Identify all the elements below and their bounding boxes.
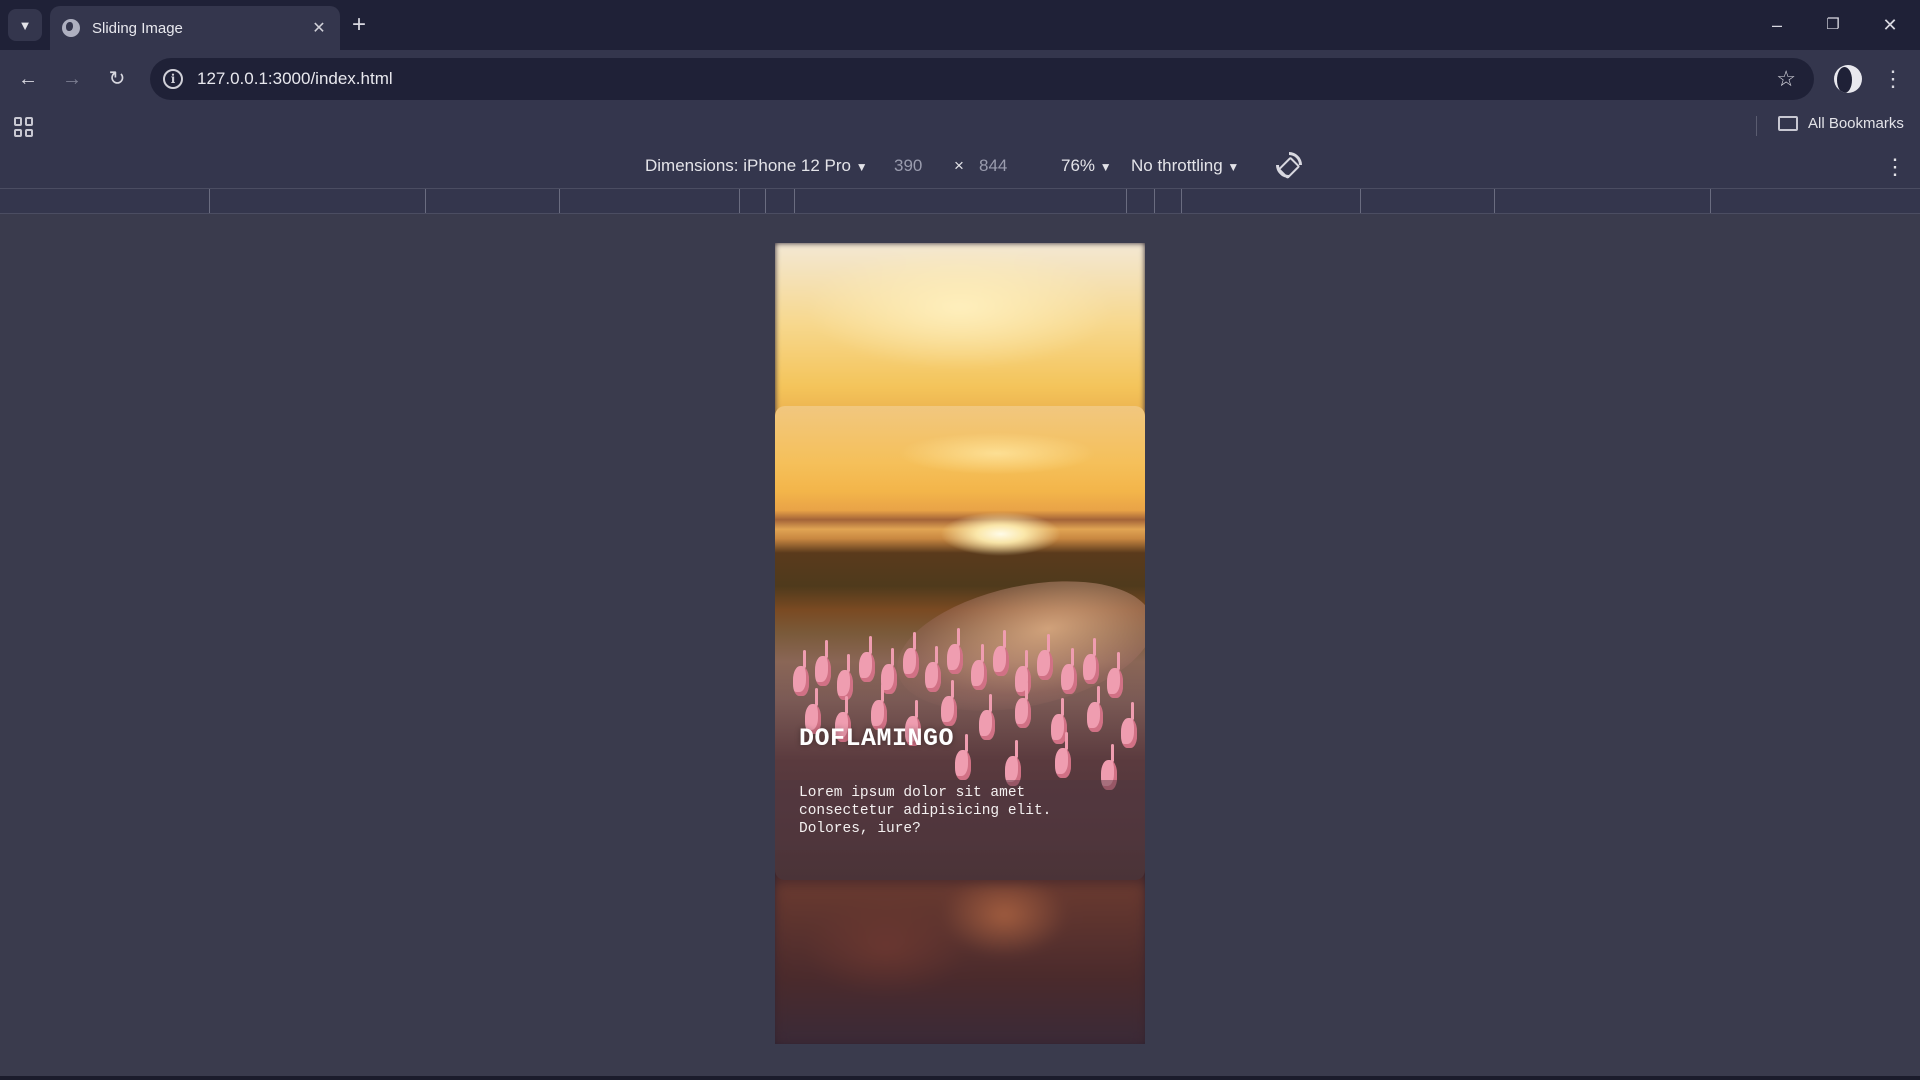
- flamingo-shape: [1061, 648, 1077, 694]
- close-tab-icon[interactable]: ✕: [310, 18, 328, 38]
- zoom-label: 76%: [1061, 156, 1096, 175]
- flamingo-shape: [1037, 634, 1053, 680]
- close-window-button[interactable]: ✕: [1878, 12, 1902, 38]
- viewport-width-input[interactable]: 390: [894, 156, 922, 176]
- device-dimensions-dropdown[interactable]: Dimensions: iPhone 12 Pro ▼: [645, 156, 868, 176]
- apps-icon-square: [25, 117, 33, 126]
- flamingo-shape: [815, 640, 831, 686]
- device-viewport: DOFLAMINGO Lorem ipsum dolor sit amet co…: [775, 243, 1145, 1044]
- new-tab-button[interactable]: +: [352, 12, 366, 38]
- back-icon: ←: [18, 68, 38, 90]
- flamingo-shape: [1015, 682, 1031, 728]
- tab-search-button[interactable]: ▼: [8, 9, 42, 41]
- bookmarks-divider: [1756, 116, 1757, 136]
- ruler-tick: [739, 189, 740, 213]
- device-dimensions-label: Dimensions: iPhone 12 Pro: [645, 156, 852, 175]
- back-button[interactable]: ←: [14, 65, 42, 93]
- flamingo-shape: [859, 636, 875, 682]
- globe-icon: [62, 19, 80, 37]
- flamingo-shape: [947, 628, 963, 674]
- throttling-label: No throttling: [1131, 156, 1223, 175]
- ruler-tick: [559, 189, 560, 213]
- address-bar[interactable]: i 127.0.0.1:3000/index.html ☆: [150, 58, 1814, 100]
- folder-icon: [1778, 116, 1798, 131]
- flamingo-shape: [971, 644, 987, 690]
- dropdown-arrow-icon: ▼: [1099, 160, 1112, 174]
- browser-toolbar: ← → ↻ i 127.0.0.1:3000/index.html ☆ ⋮: [0, 50, 1920, 108]
- flamingo-shape: [925, 646, 941, 692]
- flamingo-shape: [1121, 702, 1137, 748]
- window-bottom-edge: [0, 1076, 1920, 1080]
- url-text[interactable]: 127.0.0.1:3000/index.html: [197, 69, 1776, 89]
- all-bookmarks-label: All Bookmarks: [1808, 115, 1904, 132]
- ruler-tick: [1360, 189, 1361, 213]
- flamingo-shape: [1083, 638, 1099, 684]
- dimension-times: ×: [954, 156, 964, 175]
- ruler-tick: [209, 189, 210, 213]
- dropdown-arrow-icon: ▼: [1227, 160, 1240, 174]
- card-title: DOFLAMINGO: [799, 724, 955, 753]
- ruler-tick: [1154, 189, 1155, 213]
- restore-button[interactable]: ❐: [1821, 12, 1845, 38]
- flamingo-shape: [941, 680, 957, 726]
- flamingo-shape: [903, 632, 919, 678]
- flamingo-shape: [1055, 732, 1071, 778]
- site-info-icon[interactable]: i: [163, 69, 183, 89]
- tab-strip: ▼ Sliding Image ✕ + – ❐ ✕: [0, 0, 1920, 50]
- tab-title: Sliding Image: [92, 19, 183, 37]
- apps-icon-square: [14, 117, 22, 126]
- viewport-height-input[interactable]: 844: [979, 156, 1007, 176]
- ruler-tick: [1710, 189, 1711, 213]
- flamingo-shape: [1015, 650, 1031, 696]
- chevron-down-icon: ▼: [18, 17, 32, 33]
- ruler-tick: [765, 189, 766, 213]
- apps-icon-square: [25, 128, 33, 137]
- flamingo-shape: [979, 694, 995, 740]
- ruler-tick: [1181, 189, 1182, 213]
- browser-tab[interactable]: Sliding Image ✕: [50, 6, 340, 50]
- device-toolbar: Dimensions: iPhone 12 Pro ▼ 390 × 844 76…: [0, 144, 1920, 188]
- flamingo-shape: [1087, 686, 1103, 732]
- apps-icon-square: [14, 128, 22, 137]
- zoom-dropdown[interactable]: 76% ▼: [1061, 156, 1112, 176]
- ruler-tick: [1126, 189, 1127, 213]
- ruler-tick: [1494, 189, 1495, 213]
- flamingo-shape: [993, 630, 1009, 676]
- reload-icon: ↻: [108, 68, 126, 90]
- dropdown-arrow-icon: ▼: [855, 160, 868, 174]
- reload-button[interactable]: ↻: [103, 65, 131, 93]
- device-options-icon[interactable]: ⋮: [1884, 154, 1906, 180]
- card-description: Lorem ipsum dolor sit amet consectetur a…: [775, 780, 1145, 850]
- throttling-dropdown[interactable]: No throttling ▼: [1131, 156, 1239, 176]
- media-query-ruler[interactable]: [0, 188, 1920, 214]
- forward-button[interactable]: →: [58, 65, 86, 93]
- apps-icon[interactable]: [14, 117, 34, 137]
- all-bookmarks-button[interactable]: All Bookmarks: [1778, 115, 1904, 132]
- image-card[interactable]: DOFLAMINGO Lorem ipsum dolor sit amet co…: [775, 406, 1145, 880]
- menu-icon[interactable]: ⋮: [1882, 65, 1904, 93]
- profile-avatar[interactable]: [1834, 65, 1862, 93]
- ruler-tick: [425, 189, 426, 213]
- flamingo-shape: [793, 650, 809, 696]
- forward-icon: →: [62, 68, 82, 90]
- minimize-button[interactable]: –: [1765, 12, 1789, 38]
- flamingo-shape: [955, 734, 971, 780]
- star-icon[interactable]: ☆: [1776, 66, 1796, 92]
- background-image-blurred-bottom: [775, 883, 1145, 1044]
- bookmarks-bar: All Bookmarks: [0, 108, 1920, 144]
- ruler-tick: [794, 189, 795, 213]
- flamingo-shape: [1107, 652, 1123, 698]
- rotate-icon[interactable]: [1270, 146, 1308, 184]
